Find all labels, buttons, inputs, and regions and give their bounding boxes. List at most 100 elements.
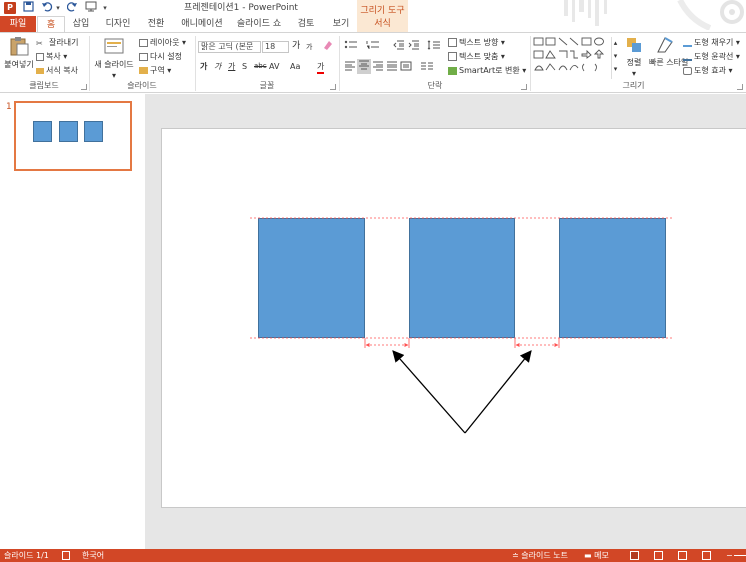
comments-label: 메모 [594,551,609,560]
rectangle-shape-1[interactable] [258,218,365,338]
ribbon: 붙여넣기 ✂ 잘라내기 복사 ▾ 서식 복사 클립보드 새 슬라이드 ▾ 레이아웃… [0,32,746,93]
undo-icon[interactable] [40,1,54,15]
paragraph-launcher-icon[interactable] [521,84,527,90]
quick-styles-button[interactable]: 빠른 스타일 [649,36,689,68]
new-slide-label: 새 슬라이드 [94,60,134,69]
tab-view[interactable]: 보기 [326,16,356,32]
align-left-icon[interactable] [344,61,356,74]
justify-icon[interactable] [386,61,398,74]
slide-sorter-icon[interactable] [654,551,663,560]
align-center-icon[interactable] [357,59,371,74]
text-direction-icon [448,38,457,47]
quick-styles-icon [657,37,673,53]
drawing-group-label: 그리기 [622,81,645,90]
section-button[interactable]: 구역 ▾ [139,65,171,76]
paste-label: 붙여넣기 [4,60,34,69]
decrease-indent-icon[interactable] [393,40,405,53]
font-name-combo[interactable]: 맑은 고딕 (본문 [198,41,261,53]
normal-view-icon[interactable] [630,551,639,560]
font-size-combo[interactable]: 18 [262,41,289,53]
underline-button[interactable]: 가 [228,61,235,72]
status-bar: 슬라이드 1/1 한국어 ≐ 슬라이드 노트 ▬ 메모 − [0,549,746,562]
tab-design[interactable]: 디자인 [100,16,136,32]
reading-view-icon[interactable] [678,551,687,560]
align-text-icon [448,52,457,61]
tab-transitions[interactable]: 전환 [141,16,171,32]
zoom-out-button[interactable]: − [726,549,733,562]
tab-insert[interactable]: 삽입 [67,16,95,32]
increase-indent-icon[interactable] [408,40,420,53]
notes-button[interactable]: ≐ 슬라이드 노트 [512,549,568,562]
line-spacing-icon[interactable] [427,40,441,53]
arrange-icon [627,38,641,52]
convert-smartart-button[interactable]: SmartArt로 변환 ▾ [448,65,526,76]
quick-styles-label: 빠른 스타일 [649,58,689,67]
arrange-button[interactable]: 정렬 ▾ [624,36,644,79]
shrink-font-button[interactable]: 가 [306,42,312,53]
slide-thumbnail[interactable] [14,101,132,171]
paste-button[interactable]: 붙여넣기 [4,36,34,70]
comments-button[interactable]: ▬ 메모 [584,549,609,562]
font-launcher-icon[interactable] [330,84,336,90]
grow-font-button[interactable]: 가 [292,41,300,52]
bullets-icon[interactable] [344,40,358,53]
numbering-icon[interactable] [366,40,380,53]
font-group-label: 글꼴 [259,81,275,90]
format-painter-icon [36,67,44,74]
rectangle-shape-2[interactable] [409,218,515,338]
font-color-button[interactable]: 가 [317,61,325,74]
tab-slideshow[interactable]: 슬라이드 쇼 [234,16,284,32]
shadow-button[interactable]: S [242,61,247,72]
notes-label: 슬라이드 노트 [521,551,568,560]
clipboard-launcher-icon[interactable] [81,84,87,90]
drawing-launcher-icon[interactable] [737,84,743,90]
clear-formatting-icon[interactable] [322,39,334,54]
reset-button[interactable]: 다시 설정 [139,51,182,62]
cut-button[interactable]: ✂ 잘라내기 [36,37,78,48]
italic-button[interactable]: 가 [214,61,221,72]
align-text-button[interactable]: 텍스트 맞춤 ▾ [448,51,505,62]
pen-icon [683,53,692,61]
change-case-button[interactable]: Aa [290,61,300,72]
start-from-beginning-icon[interactable] [84,1,98,15]
section-icon [139,67,148,74]
text-direction-button[interactable]: 텍스트 방향 ▾ [448,37,505,48]
bold-button[interactable]: 가 [200,61,207,72]
window-title: 프레젠테이션1 - PowerPoint [184,3,298,13]
tab-animations[interactable]: 애니메이션 [176,16,228,32]
tab-home[interactable]: 홈 [37,16,65,33]
slideshow-view-icon[interactable] [702,551,711,560]
redo-icon[interactable] [66,1,78,15]
shape-fill-button[interactable]: 도형 채우기 ▾ [683,37,740,48]
strikethrough-button[interactable]: abc [254,61,267,72]
spell-check-icon[interactable] [62,551,70,560]
notes-icon: ≐ [512,551,522,560]
align-right-icon[interactable] [372,61,384,74]
language-status[interactable]: 한국어 [82,549,104,562]
shapes-more-icon[interactable]: ▴ ▾ ▾ [611,37,619,79]
rectangle-shape-3[interactable] [559,218,666,338]
customize-quick-access-icon[interactable]: ▾ [101,1,109,15]
thumbnail-shape [84,121,103,142]
shape-outline-button[interactable]: 도형 윤곽선 ▾ [683,51,740,62]
scissors-icon: ✂ [36,38,43,48]
shape-effects-button[interactable]: 도형 효과 ▾ [683,65,733,76]
tab-format[interactable]: 서식 [360,16,405,32]
distributed-icon[interactable] [400,61,412,74]
thumbnail-number: 1 [6,102,12,112]
layout-label: 레이아웃 [150,38,180,47]
tab-file[interactable]: 파일 [0,16,36,32]
undo-dropdown-icon[interactable]: ▾ [54,1,62,15]
layout-button[interactable]: 레이아웃 ▾ [139,37,186,48]
new-slide-button[interactable]: 새 슬라이드 ▾ [93,36,135,81]
tab-review[interactable]: 검토 [291,16,321,32]
save-icon[interactable] [22,1,34,15]
char-spacing-button[interactable]: AV [269,61,279,72]
columns-icon[interactable] [420,61,436,74]
shapes-gallery[interactable] [533,36,623,79]
format-painter-button[interactable]: 서식 복사 [36,65,78,76]
shape-outline-label: 도형 윤곽선 [694,52,734,61]
slide-number-status[interactable]: 슬라이드 1/1 [4,549,49,562]
zoom-slider[interactable] [734,555,746,556]
copy-button[interactable]: 복사 ▾ [36,51,67,62]
